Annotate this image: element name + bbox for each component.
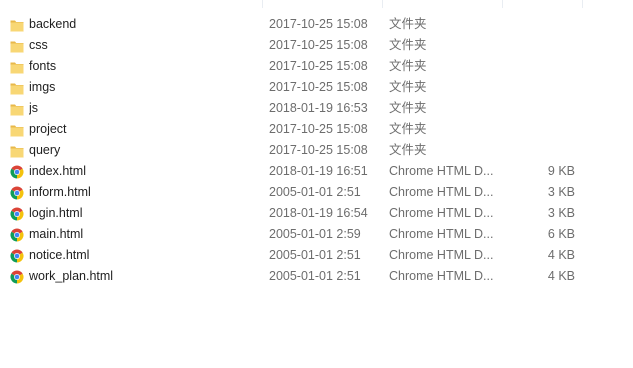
file-name: inform.html <box>29 185 91 199</box>
file-row[interactable]: css 2017-10-25 15:08 文件夹 <box>0 35 600 56</box>
folder-icon <box>10 81 24 95</box>
file-type: 文件夹 <box>389 80 427 94</box>
file-type: 文件夹 <box>389 17 427 31</box>
column-separator[interactable] <box>582 0 583 8</box>
file-row[interactable]: notice.html 2005-01-01 2:51 Chrome HTML D.… <box>0 245 600 266</box>
file-row[interactable]: main.html 2005-01-01 2:59 Chrome HTML D...… <box>0 224 600 245</box>
file-row[interactable]: fonts 2017-10-25 15:08 文件夹 <box>0 56 600 77</box>
file-name: backend <box>29 17 77 31</box>
file-name: imgs <box>29 80 56 94</box>
file-type: 文件夹 <box>389 59 427 73</box>
file-row[interactable]: imgs 2017-10-25 15:08 文件夹 <box>0 77 600 98</box>
folder-icon <box>10 144 24 158</box>
file-modified-date: 2018-01-19 16:54 <box>269 206 368 220</box>
file-type: Chrome HTML D... <box>389 269 494 283</box>
file-type: 文件夹 <box>389 143 427 157</box>
file-type: 文件夹 <box>389 101 427 115</box>
file-row[interactable]: backend 2017-10-25 15:08 文件夹 <box>0 14 600 35</box>
file-modified-date: 2018-01-19 16:53 <box>269 101 368 115</box>
file-type: Chrome HTML D... <box>389 227 494 241</box>
file-row[interactable]: index.html 2018-01-19 16:51 Chrome HTML D.… <box>0 161 600 182</box>
file-row[interactable]: js 2018-01-19 16:53 文件夹 <box>0 98 600 119</box>
column-separator[interactable] <box>382 0 383 8</box>
file-size: 4 KB <box>547 269 575 283</box>
file-modified-date: 2017-10-25 15:08 <box>269 59 368 73</box>
file-modified-date: 2018-01-19 16:51 <box>269 164 368 178</box>
file-type: Chrome HTML D... <box>389 248 494 262</box>
file-modified-date: 2017-10-25 15:08 <box>269 80 368 94</box>
file-size <box>500 119 575 140</box>
file-name: project <box>29 122 67 136</box>
file-row[interactable]: query 2017-10-25 15:08 文件夹 <box>0 140 600 161</box>
file-name: work_plan.html <box>29 269 114 283</box>
file-list: backend 2017-10-25 15:08 文件夹 css 2017-10-25 … <box>0 0 633 368</box>
file-type: Chrome HTML D... <box>389 185 494 199</box>
file-modified-date: 2005-01-01 2:59 <box>269 227 361 241</box>
file-size: 4 KB <box>547 248 575 262</box>
chrome-icon <box>10 186 24 200</box>
file-name: notice.html <box>29 248 90 262</box>
folder-icon <box>10 102 24 116</box>
file-type: Chrome HTML D... <box>389 206 494 220</box>
file-name: css <box>29 38 48 52</box>
file-modified-date: 2017-10-25 15:08 <box>269 143 368 157</box>
file-modified-date: 2017-10-25 15:08 <box>269 122 368 136</box>
file-modified-date: 2005-01-01 2:51 <box>269 248 361 262</box>
file-size: 3 KB <box>547 185 575 199</box>
file-name: query <box>29 143 61 157</box>
file-row[interactable]: project 2017-10-25 15:08 文件夹 <box>0 119 600 140</box>
file-size <box>500 140 575 161</box>
file-name: login.html <box>29 206 83 220</box>
file-name: main.html <box>29 227 84 241</box>
file-size <box>500 98 575 119</box>
file-row[interactable]: work_plan.html 2005-01-01 2:51 Chrome HTML… <box>0 266 600 287</box>
file-size: 9 KB <box>547 164 575 178</box>
file-size: 3 KB <box>547 206 575 220</box>
file-size <box>500 35 575 56</box>
file-type: Chrome HTML D... <box>389 164 494 178</box>
folder-icon <box>10 60 24 74</box>
file-type: 文件夹 <box>389 38 427 52</box>
file-size: 6 KB <box>547 227 575 241</box>
file-modified-date: 2005-01-01 2:51 <box>269 185 361 199</box>
file-row[interactable]: inform.html 2005-01-01 2:51 Chrome HTML D.… <box>0 182 600 203</box>
column-separators <box>0 0 633 8</box>
file-name: js <box>29 101 39 115</box>
column-separator[interactable] <box>262 0 263 8</box>
file-size <box>500 14 575 35</box>
folder-icon <box>10 18 24 32</box>
folder-icon <box>10 39 24 53</box>
chrome-icon <box>10 270 24 284</box>
file-type: 文件夹 <box>389 122 427 136</box>
chrome-icon <box>10 207 24 221</box>
file-name: index.html <box>29 164 86 178</box>
file-row[interactable]: login.html 2018-01-19 16:54 Chrome HTML D.… <box>0 203 600 224</box>
column-separator[interactable] <box>502 0 503 8</box>
file-size <box>500 77 575 98</box>
file-modified-date: 2017-10-25 15:08 <box>269 38 368 52</box>
file-modified-date: 2017-10-25 15:08 <box>269 17 368 31</box>
file-name: fonts <box>29 59 57 73</box>
chrome-icon <box>10 249 24 263</box>
chrome-icon <box>10 165 24 179</box>
file-size <box>500 56 575 77</box>
folder-icon <box>10 123 24 137</box>
chrome-icon <box>10 228 24 242</box>
file-modified-date: 2005-01-01 2:51 <box>269 269 361 283</box>
